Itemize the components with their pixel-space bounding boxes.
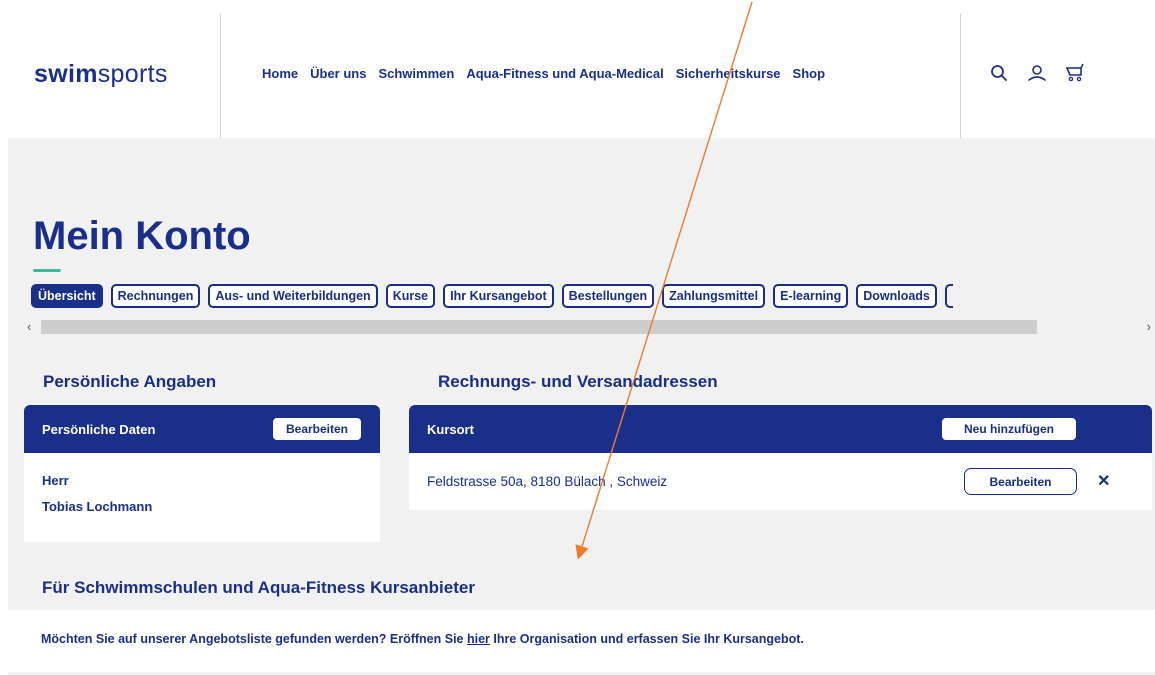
tab-downloads[interactable]: Downloads [856,284,937,308]
account-content: Mein Konto Übersicht Rechnungen Aus- und… [8,138,1155,675]
tab-bestellungen[interactable]: Bestellungen [561,284,655,308]
header-icons [988,62,1086,84]
nav-schwimmen[interactable]: Schwimmen [378,66,454,81]
scroll-right-arrow[interactable]: › [1147,319,1151,334]
tab-aus-weiterbildungen[interactable]: Aus- und Weiterbildungen [208,284,378,308]
personal-card-header: Persönliche Daten Bearbeiten [24,405,380,453]
personal-card-title: Persönliche Daten [42,421,156,437]
user-icon[interactable] [1026,62,1048,84]
account-tabs: Übersicht Rechnungen Aus- und Weiterbild… [31,284,953,308]
personal-card: Persönliche Daten Bearbeiten Herr Tobias… [24,405,380,542]
tab-kurse[interactable]: Kurse [385,284,436,308]
personal-section-title: Persönliche Angaben [43,372,217,391]
delete-address-icon[interactable]: ✕ [1097,471,1110,491]
providers-link[interactable]: hier [467,632,490,646]
nav-ueber-uns[interactable]: Über uns [310,66,366,81]
providers-text: Möchten Sie auf unserer Angebotsliste ge… [41,632,804,646]
address-card: Kursort Neu hinzufügen Feldstrasse 50a, … [409,405,1152,510]
main-nav: Home Über uns Schwimmen Aqua-Fitness und… [262,66,825,81]
tab-rechnungen[interactable]: Rechnungen [110,284,201,308]
edit-address-button[interactable]: Bearbeiten [964,468,1077,495]
full-name: Tobias Lochmann [42,499,153,514]
address-card-header: Kursort Neu hinzufügen [409,405,1152,453]
site-header: swimsports Home Über uns Schwimmen Aqua-… [8,0,1155,138]
providers-info-box: Möchten Sie auf unserer Angebotsliste ge… [8,610,1155,672]
page-title: Mein Konto [33,214,251,258]
nav-sicherheitskurse[interactable]: Sicherheitskurse [676,66,781,81]
nav-aqua-fitness[interactable]: Aqua-Fitness und Aqua-Medical [466,66,663,81]
edit-personal-button[interactable]: Bearbeiten [272,417,362,441]
logo[interactable]: swimsports [34,60,168,89]
providers-section-title: Für Schwimmschulen und Aqua-Fitness Kurs… [42,578,475,597]
nav-shop[interactable]: Shop [793,66,826,81]
address-text: Feldstrasse 50a, 8180 Bülach , Schweiz [427,474,668,489]
nav-home[interactable]: Home [262,66,298,81]
tab-uebersicht[interactable]: Übersicht [31,284,103,308]
scroll-left-arrow[interactable]: ‹ [27,319,31,334]
scrollbar-thumb[interactable] [41,320,1037,334]
search-icon[interactable] [988,62,1010,84]
add-address-button[interactable]: Neu hinzufügen [941,417,1077,441]
tab-e-learning[interactable]: E-learning [773,284,849,308]
header-divider [220,14,221,138]
tab-overflow[interactable] [944,284,953,308]
salutation: Herr [42,473,69,488]
cart-icon[interactable] [1064,62,1086,84]
tab-zahlungsmittel[interactable]: Zahlungsmittel [662,284,766,308]
tabs-scrollbar[interactable]: ‹ › [23,318,1155,334]
title-underline [33,269,61,272]
address-card-title: Kursort [427,421,474,437]
tab-ihr-kursangebot[interactable]: Ihr Kursangebot [443,284,554,308]
header-divider [960,14,961,138]
address-section-title: Rechnungs- und Versandadressen [438,372,718,391]
